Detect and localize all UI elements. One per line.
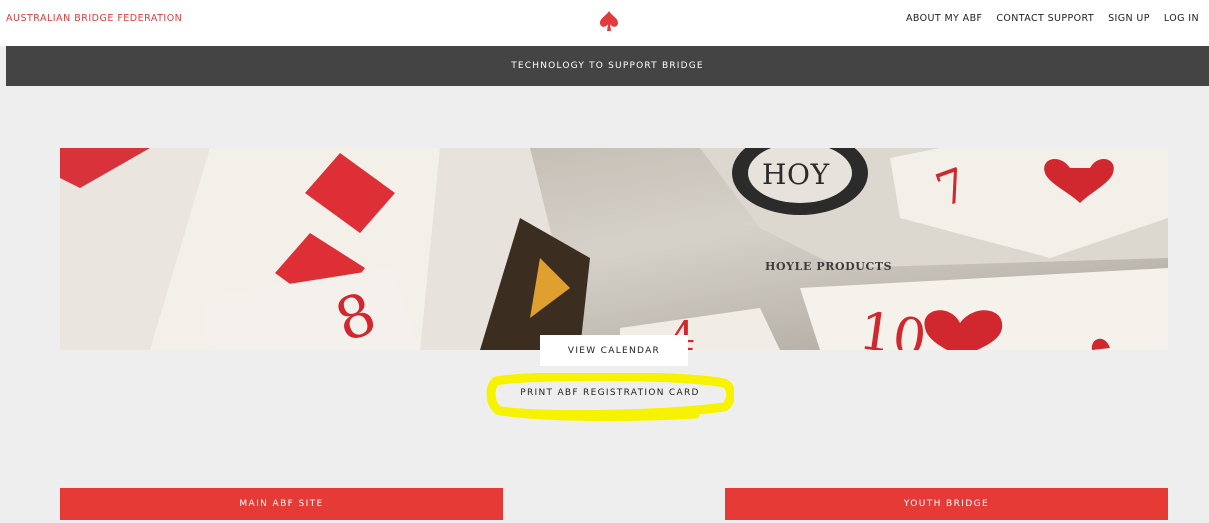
tagline-banner: TECHNOLOGY TO SUPPORT BRIDGE <box>6 46 1209 86</box>
nav-about-my-abf[interactable]: ABOUT MY ABF <box>906 13 982 24</box>
nav-contact-support[interactable]: CONTACT SUPPORT <box>996 13 1094 24</box>
hero-image-playing-cards: 8 4 HOY HOYLE PRODUCTS 7 10 <box>60 148 1168 350</box>
main-nav: ABOUT MY ABF CONTACT SUPPORT SIGN UP LOG… <box>892 13 1199 24</box>
main-abf-site-button[interactable]: MAIN ABF SITE <box>60 488 503 520</box>
nav-sign-up[interactable]: SIGN UP <box>1108 13 1150 24</box>
svg-text:HOY: HOY <box>762 158 830 191</box>
youth-bridge-button[interactable]: YOUTH BRIDGE <box>725 488 1168 520</box>
print-registration-card-area: PRINT ABF REGISTRATION CARD <box>486 373 734 421</box>
playing-cards-illustration: 8 4 HOY HOYLE PRODUCTS 7 10 <box>60 148 1168 350</box>
print-abf-registration-card-button[interactable]: PRINT ABF REGISTRATION CARD <box>486 373 734 413</box>
top-navigation: AUSTRALIAN BRIDGE FEDERATION ABOUT MY AB… <box>0 0 1209 46</box>
tagline-text: TECHNOLOGY TO SUPPORT BRIDGE <box>511 61 704 71</box>
svg-text:10: 10 <box>855 301 930 350</box>
brand-link[interactable]: AUSTRALIAN BRIDGE FEDERATION <box>6 13 182 24</box>
nav-log-in[interactable]: LOG IN <box>1164 13 1199 24</box>
svg-text:HOYLE PRODUCTS: HOYLE PRODUCTS <box>765 260 892 273</box>
spade-icon[interactable] <box>597 9 621 33</box>
view-calendar-button[interactable]: VIEW CALENDAR <box>540 335 688 366</box>
